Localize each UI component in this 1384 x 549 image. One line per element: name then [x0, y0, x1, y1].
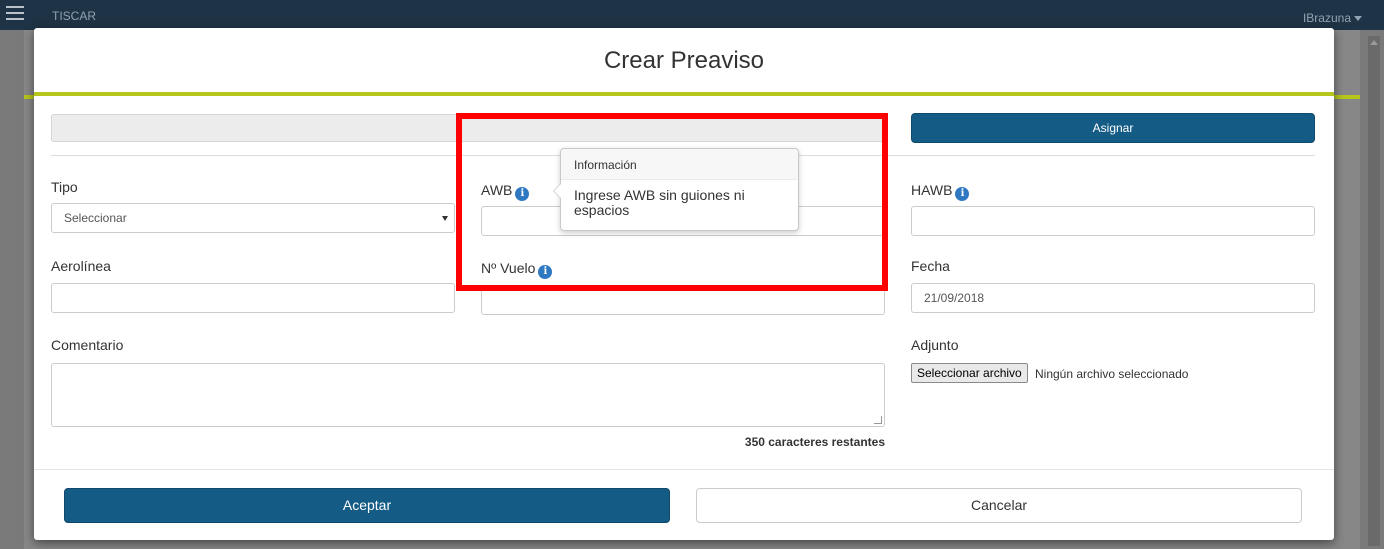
fecha-input[interactable]: 21/09/2018: [911, 283, 1315, 313]
scroll-up-icon[interactable]: [1370, 40, 1378, 45]
footer-divider: [34, 469, 1334, 470]
popover-body: Ingrese AWB sin guiones ni espacios: [574, 187, 745, 218]
header-accent-line: [34, 92, 1334, 96]
user-name: IBrazuna: [1302, 11, 1351, 25]
aerolinea-label: Aerolínea: [51, 258, 111, 274]
hawb-label-group: HAWB i: [911, 182, 970, 201]
tipo-select[interactable]: Seleccionar: [51, 203, 455, 233]
select-file-button[interactable]: Seleccionar archivo: [911, 363, 1028, 383]
popover-title: Información: [561, 149, 798, 180]
user-menu[interactable]: IBrazuna: [1303, 11, 1362, 25]
tipo-selected-value: Seleccionar: [64, 211, 127, 225]
popover-arrow: [553, 183, 561, 199]
awb-label-group: AWB i: [481, 182, 530, 201]
create-preaviso-modal: Crear Preaviso Asignar Tipo Seleccionar …: [34, 28, 1334, 540]
awb-label: AWB: [481, 182, 513, 198]
hawb-info-icon[interactable]: i: [955, 187, 970, 201]
assign-button[interactable]: Asignar: [911, 113, 1315, 143]
tipo-label: Tipo: [51, 179, 78, 195]
aerolinea-input[interactable]: [51, 283, 455, 313]
modal-header: Crear Preaviso: [34, 28, 1334, 92]
char-counter: 350 caracteres restantes: [744, 435, 885, 449]
fecha-label: Fecha: [911, 258, 950, 274]
file-status-text: Ningún archivo seleccionado: [1035, 367, 1189, 381]
resize-handle-icon[interactable]: [874, 416, 882, 424]
vuelo-info-icon[interactable]: i: [538, 265, 553, 279]
accept-button[interactable]: Aceptar: [64, 488, 670, 523]
caret-down-icon: [1354, 16, 1362, 22]
awb-info-popover: Información Ingrese AWB sin guiones ni e…: [553, 148, 799, 231]
hamburger-menu-icon[interactable]: [6, 6, 24, 20]
vuelo-input[interactable]: [481, 285, 885, 315]
assign-input[interactable]: [51, 114, 885, 142]
awb-info-icon[interactable]: i: [515, 187, 530, 201]
top-navbar: TISCAR IBrazuna: [0, 0, 1384, 30]
comentario-textarea[interactable]: [51, 363, 885, 427]
hawb-label: HAWB: [911, 182, 953, 198]
hawb-input[interactable]: [911, 206, 1315, 236]
vuelo-label: Nº Vuelo: [481, 260, 536, 276]
app-title[interactable]: TISCAR: [52, 9, 96, 23]
modal-title: Crear Preaviso: [603, 47, 765, 74]
comentario-label: Comentario: [51, 337, 124, 353]
dropdown-caret-icon: [442, 216, 448, 221]
adjunto-label: Adjunto: [911, 337, 959, 353]
vuelo-label-group: Nº Vuelo i: [481, 260, 553, 279]
cancel-button[interactable]: Cancelar: [696, 488, 1302, 523]
page-scrollbar[interactable]: [1368, 36, 1380, 546]
